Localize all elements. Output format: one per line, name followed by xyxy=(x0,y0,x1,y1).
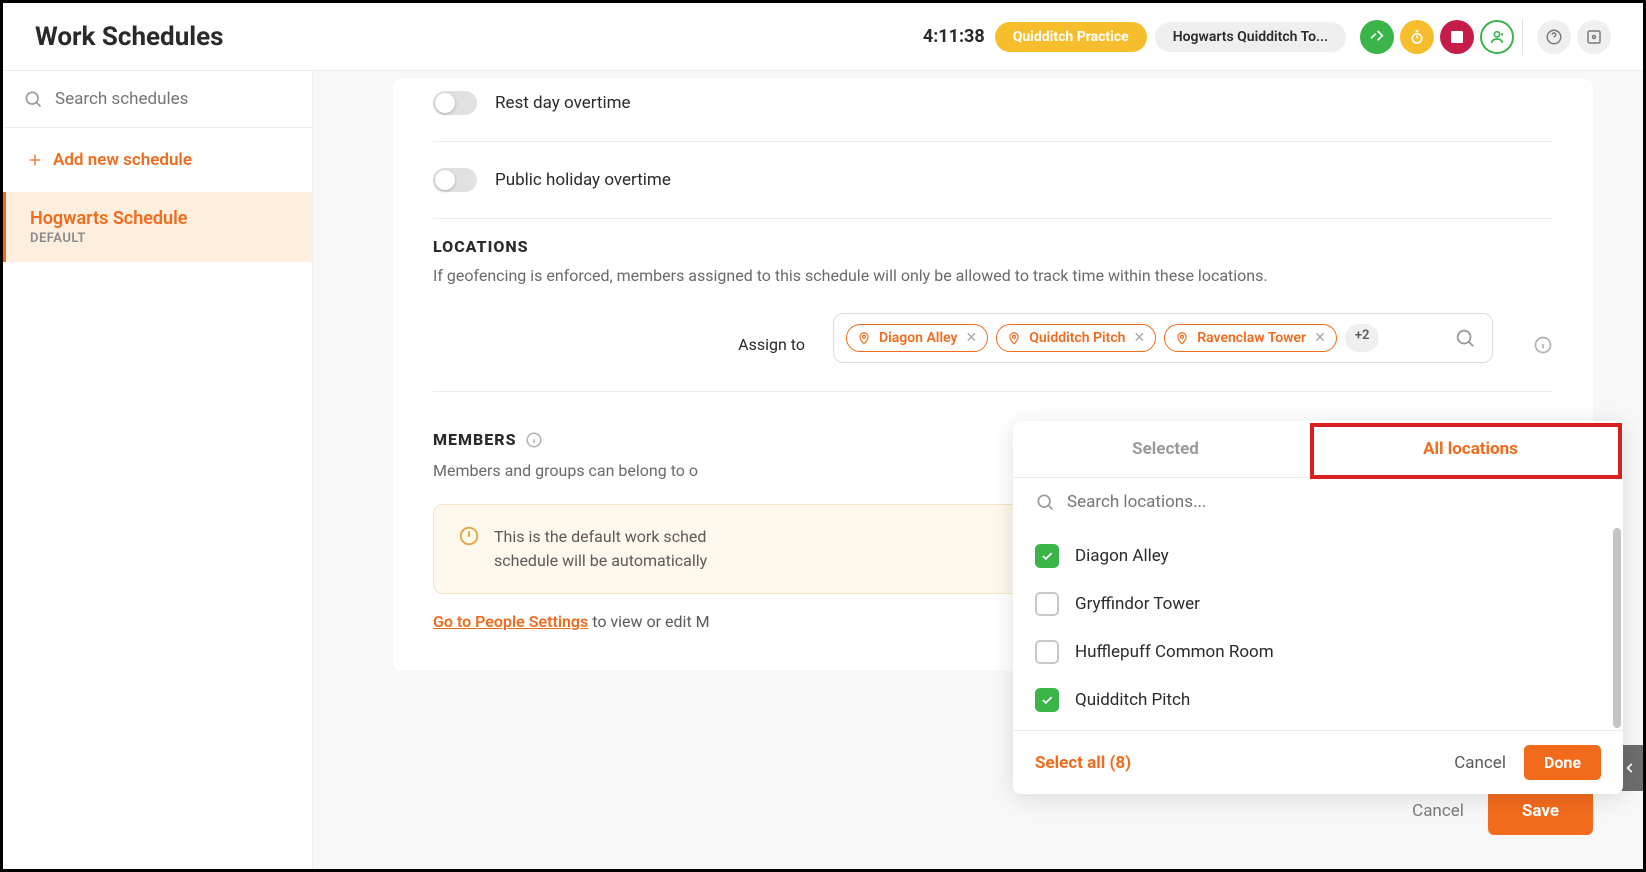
dropdown-search-row xyxy=(1013,478,1623,526)
divider xyxy=(433,391,1553,392)
help-button[interactable] xyxy=(1537,20,1571,54)
search-row xyxy=(3,71,312,128)
dropdown-search-input[interactable] xyxy=(1067,492,1601,512)
location-option[interactable]: Gryffindor Tower xyxy=(1035,580,1601,628)
pin-icon xyxy=(1007,331,1021,345)
locations-subtitle: If geofencing is enforced, members assig… xyxy=(433,266,1553,285)
cancel-button[interactable]: Cancel xyxy=(1412,801,1464,821)
scrollbar[interactable] xyxy=(1613,528,1621,728)
remove-chip-icon[interactable]: ✕ xyxy=(1133,330,1145,346)
sidebar: Add new schedule Hogwarts Schedule DEFAU… xyxy=(3,71,313,869)
toggle-rest-day: Rest day overtime xyxy=(433,79,1553,127)
pin-icon xyxy=(857,331,871,345)
location-option[interactable]: Hufflepuff Common Room xyxy=(1035,628,1601,676)
location-chip[interactable]: Quidditch Pitch ✕ xyxy=(996,324,1156,352)
toggle-public-holiday: Public holiday overtime xyxy=(433,156,1553,204)
stopwatch-button[interactable] xyxy=(1400,20,1434,54)
search-icon[interactable] xyxy=(1454,327,1476,349)
dropdown-footer: Select all (8) Cancel Done xyxy=(1013,730,1623,794)
content: Rest day overtime Public holiday overtim… xyxy=(313,71,1643,869)
locations-title: LOCATIONS xyxy=(433,237,1553,256)
pill-activity[interactable]: Quidditch Practice xyxy=(995,22,1147,52)
assign-label: Assign to xyxy=(433,313,805,354)
rest-day-toggle[interactable] xyxy=(433,91,477,115)
location-option[interactable]: Quidditch Pitch xyxy=(1035,676,1601,724)
save-button[interactable]: Save xyxy=(1488,787,1593,835)
info-icon[interactable] xyxy=(525,431,543,449)
location-chip[interactable]: Diagon Alley ✕ xyxy=(846,324,988,352)
search-icon xyxy=(1035,492,1055,512)
locations-dropdown: Selected All locations Diagon Alley Gryf… xyxy=(1013,421,1623,794)
divider xyxy=(433,141,1553,142)
checkbox[interactable] xyxy=(1035,544,1059,568)
chevron-left-icon xyxy=(1623,761,1637,775)
public-holiday-toggle[interactable] xyxy=(433,168,477,192)
team-button[interactable] xyxy=(1480,20,1514,54)
settings-button[interactable] xyxy=(1577,20,1611,54)
remove-chip-icon[interactable]: ✕ xyxy=(965,330,977,346)
divider xyxy=(433,218,1553,219)
location-chip[interactable]: Ravenclaw Tower ✕ xyxy=(1164,324,1337,352)
plus-icon xyxy=(27,152,43,168)
info-icon[interactable] xyxy=(1533,313,1553,355)
search-schedules-input[interactable] xyxy=(55,89,292,109)
warn-icon xyxy=(458,525,480,547)
dropdown-done-button[interactable]: Done xyxy=(1524,745,1601,780)
add-new-schedule[interactable]: Add new schedule xyxy=(3,128,312,192)
header: Work Schedules 4:11:38 Quidditch Practic… xyxy=(3,3,1643,71)
page-title: Work Schedules xyxy=(35,22,224,52)
footer-buttons: Cancel Save xyxy=(1412,787,1593,835)
schedule-item-hogwarts[interactable]: Hogwarts Schedule DEFAULT xyxy=(3,192,312,262)
main: Add new schedule Hogwarts Schedule DEFAU… xyxy=(3,71,1643,869)
tab-all-locations[interactable]: All locations xyxy=(1318,421,1623,477)
location-option[interactable]: Diagon Alley xyxy=(1035,532,1601,580)
schedule-tag: DEFAULT xyxy=(30,231,288,246)
checkbox[interactable] xyxy=(1035,688,1059,712)
dropdown-cancel-button[interactable]: Cancel xyxy=(1454,753,1506,773)
checkbox[interactable] xyxy=(1035,592,1059,616)
select-all-button[interactable]: Select all (8) xyxy=(1035,753,1131,773)
stop-button[interactable] xyxy=(1440,20,1474,54)
search-icon xyxy=(23,89,43,109)
schedule-name: Hogwarts Schedule xyxy=(30,208,288,229)
pin-icon xyxy=(1175,331,1189,345)
pill-project[interactable]: Hogwarts Quidditch To... xyxy=(1155,22,1346,52)
checkbox[interactable] xyxy=(1035,640,1059,664)
assign-row: Assign to Diagon Alley ✕ Quidditch Pitch… xyxy=(433,313,1553,363)
divider xyxy=(1522,19,1523,55)
assign-field[interactable]: Diagon Alley ✕ Quidditch Pitch ✕ Ravencl… xyxy=(833,313,1493,363)
dropdown-list: Diagon Alley Gryffindor Tower Hufflepuff… xyxy=(1013,526,1623,730)
timer: 4:11:38 xyxy=(923,26,985,47)
members-title: MEMBERS xyxy=(433,430,517,449)
remove-chip-icon[interactable]: ✕ xyxy=(1314,330,1326,346)
more-chip[interactable]: +2 xyxy=(1345,324,1380,352)
people-settings-link[interactable]: Go to People Settings xyxy=(433,612,588,631)
play-button[interactable] xyxy=(1360,20,1394,54)
tab-selected[interactable]: Selected xyxy=(1013,421,1318,477)
